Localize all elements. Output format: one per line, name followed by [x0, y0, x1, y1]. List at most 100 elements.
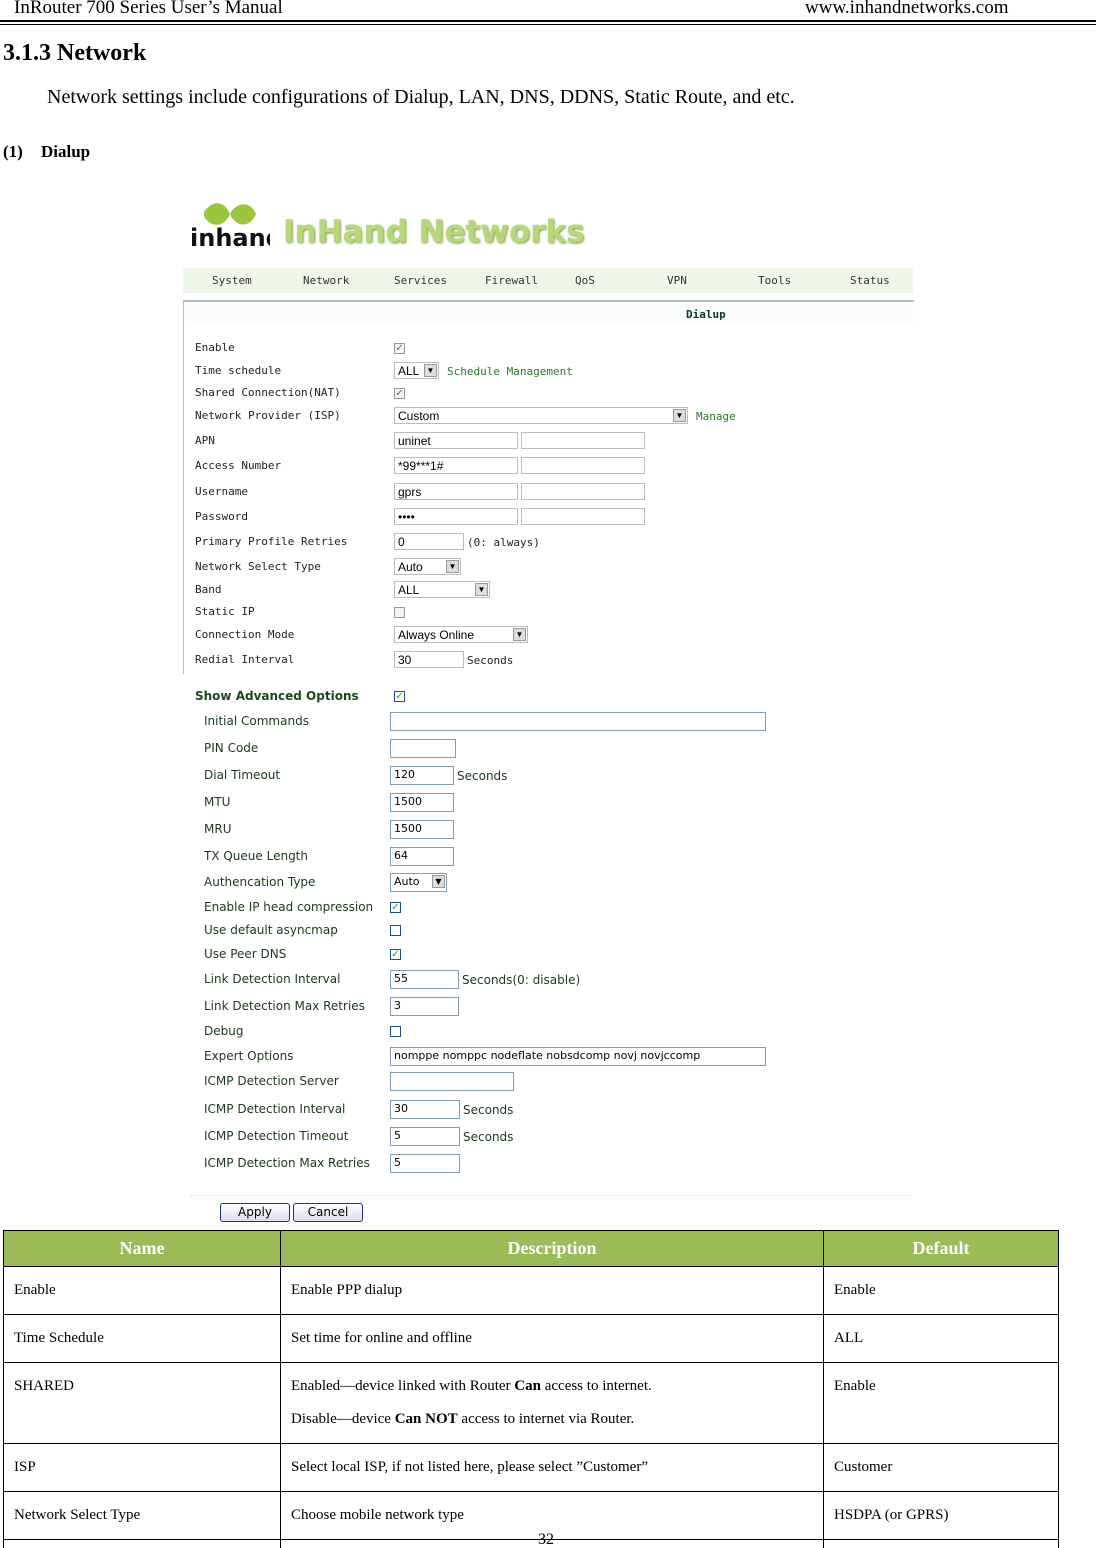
tx-queue-length-value: 64: [394, 849, 408, 862]
label-time-schedule: Time schedule: [195, 364, 282, 377]
panel-title: Dialup: [686, 308, 726, 321]
authencation-type-value: Auto: [394, 875, 420, 888]
network-provider-isp-link[interactable]: Manage: [696, 410, 736, 423]
cell-name: SHARED: [3, 1362, 281, 1444]
dial-timeout-value: 120: [394, 768, 415, 781]
subsection-title: Dialup: [41, 142, 91, 161]
expert-options-input[interactable]: nomppe nomppc nodeflate nobsdcomp novj n…: [390, 1047, 766, 1066]
nav-services[interactable]: Services: [394, 274, 447, 287]
cell-description: Enabled—device linked with Router Can ac…: [280, 1362, 824, 1444]
link-detection-interval-input[interactable]: 55: [390, 970, 459, 989]
nav-status[interactable]: Status: [850, 274, 890, 287]
icmp-detection-interval-suffix: Seconds: [463, 1103, 514, 1117]
icmp-detection-timeout-input[interactable]: 5: [390, 1127, 460, 1146]
icmp-detection-server-input[interactable]: [390, 1072, 514, 1091]
shared-connection-nat-checkbox[interactable]: ✓: [394, 388, 405, 399]
brand-name: InHand Networks: [283, 214, 585, 250]
label-redial-interval: Redial Interval: [195, 653, 295, 666]
label-debug: Debug: [204, 1024, 244, 1038]
network-select-type-select[interactable]: Auto ▼: [394, 558, 461, 575]
apn-backup-input[interactable]: [521, 432, 645, 449]
chevron-down-icon[interactable]: ▼: [446, 560, 459, 573]
table-row: Enable Enable PPP dialup Enable: [3, 1266, 1059, 1315]
dial-timeout-input[interactable]: 120: [390, 766, 454, 785]
band-value: ALL: [398, 583, 420, 597]
use-default-asyncmap-checkbox[interactable]: [390, 925, 401, 936]
description-line: Choose mobile network type: [291, 1507, 464, 1523]
band-select[interactable]: ALL ▼: [394, 581, 490, 598]
icmp-detection-max-retries-input[interactable]: 5: [390, 1154, 460, 1173]
table-row: ISP Select local ISP, if not listed here,…: [3, 1443, 1059, 1492]
label-mru: MRU: [204, 822, 232, 836]
username-backup-input[interactable]: [521, 483, 645, 500]
label-pin-code: PIN Code: [204, 741, 259, 755]
cell-default: HSDPA (or GPRS): [823, 1491, 1059, 1540]
connection-mode-select[interactable]: Always Online ▼: [394, 626, 528, 643]
access-number-backup-input[interactable]: [521, 457, 645, 474]
col-name: Name: [3, 1230, 281, 1267]
access-number-input[interactable]: *99***1#: [394, 457, 518, 474]
mtu-input[interactable]: 1500: [390, 793, 454, 812]
authencation-type-select[interactable]: Auto ▼: [390, 873, 447, 892]
password-backup-input[interactable]: [521, 508, 645, 525]
username-input[interactable]: gprs: [394, 483, 518, 500]
cell-name: ISP: [3, 1443, 281, 1492]
label-icmp-detection-server: ICMP Detection Server: [204, 1074, 339, 1088]
description-line: Set time for online and offline: [291, 1330, 472, 1346]
apply-button[interactable]: Apply: [220, 1203, 290, 1222]
use-peer-dns-checkbox[interactable]: ✓: [390, 949, 401, 960]
chevron-down-icon[interactable]: ▼: [424, 364, 437, 377]
enable-checkbox[interactable]: ✓: [394, 343, 405, 354]
cell-name: Enable: [3, 1266, 281, 1315]
header-rule-thin: [0, 24, 1096, 25]
tx-queue-length-input[interactable]: 64: [390, 847, 454, 866]
apn-input[interactable]: uninet: [394, 432, 518, 449]
icmp-detection-timeout-value: 5: [394, 1129, 401, 1142]
show-advanced-checkbox[interactable]: ✓: [394, 691, 405, 702]
pin-code-input[interactable]: [390, 739, 456, 758]
label-icmp-detection-interval: ICMP Detection Interval: [204, 1102, 346, 1116]
time-schedule-link[interactable]: Schedule Management: [447, 365, 573, 378]
link-detection-max-retries-input[interactable]: 3: [390, 997, 459, 1016]
redial-interval-suffix: Seconds: [467, 654, 514, 667]
time-schedule-value: ALL: [398, 364, 420, 378]
static-ip-checkbox[interactable]: [394, 607, 405, 618]
description-line: Disable—device Can NOT access to interne…: [291, 1411, 635, 1427]
chevron-down-icon[interactable]: ▼: [432, 875, 445, 888]
link-detection-interval-suffix: Seconds(0: disable): [462, 973, 581, 987]
parameter-table: Name Description Default Enable Enable PP…: [3, 1230, 1059, 1548]
chevron-down-icon[interactable]: ▼: [673, 409, 686, 422]
label-network-provider-isp: Network Provider (ISP): [195, 409, 341, 422]
cell-description: Select local ISP, if not listed here, pl…: [280, 1443, 824, 1492]
nav-tools[interactable]: Tools: [758, 274, 791, 287]
mru-input[interactable]: 1500: [390, 820, 454, 839]
label-icmp-detection-timeout: ICMP Detection Timeout: [204, 1129, 349, 1143]
nav-network[interactable]: Network: [303, 274, 349, 287]
label-initial-commands: Initial Commands: [204, 714, 309, 728]
icmp-detection-interval-input[interactable]: 30: [390, 1100, 460, 1119]
time-schedule-select[interactable]: ALL ▼: [394, 362, 439, 379]
description-line: Enabled—device linked with Router Can ac…: [291, 1378, 652, 1394]
initial-commands-input[interactable]: [390, 712, 766, 731]
cell-default: Enable: [823, 1266, 1059, 1315]
nav-firewall[interactable]: Firewall: [485, 274, 538, 287]
redial-interval-input[interactable]: 30: [394, 651, 464, 668]
enable-ip-head-compression-checkbox[interactable]: ✓: [390, 902, 401, 913]
nav-system[interactable]: System: [212, 274, 252, 287]
label-band: Band: [195, 583, 222, 596]
nav-qos[interactable]: QoS: [575, 274, 595, 287]
chevron-down-icon[interactable]: ▼: [513, 628, 526, 641]
network-provider-isp-select[interactable]: Custom ▼: [394, 407, 688, 424]
label-mtu: MTU: [204, 795, 231, 809]
cell-name: Network Select Type: [3, 1491, 281, 1540]
nav-vpn[interactable]: VPN: [667, 274, 687, 287]
password-input[interactable]: ••••: [394, 508, 518, 525]
debug-checkbox[interactable]: [390, 1026, 401, 1037]
chevron-down-icon[interactable]: ▼: [475, 583, 488, 596]
label-dial-timeout: Dial Timeout: [204, 768, 281, 782]
cancel-button[interactable]: Cancel: [293, 1203, 363, 1222]
primary-profile-retries-input[interactable]: 0: [394, 533, 464, 550]
label-authencation-type: Authencation Type: [204, 875, 316, 889]
cell-default: Customer: [823, 1443, 1059, 1492]
apn-value: uninet: [398, 434, 431, 448]
